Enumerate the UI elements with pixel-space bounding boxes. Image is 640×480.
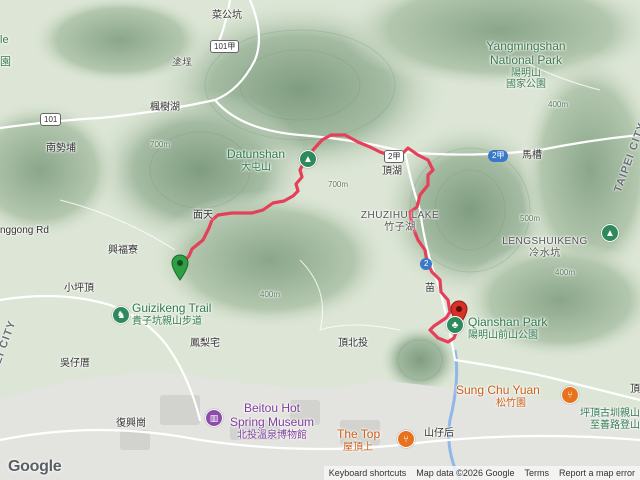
- area-zhuzihu-en: ZHUZIHU LAKE: [360, 210, 440, 221]
- poi-datunshan[interactable]: Datunshan 大屯山: [226, 147, 286, 173]
- place-miao: 苗: [425, 283, 435, 294]
- place-dinghu: 頂湖: [382, 166, 402, 177]
- place-fengshuhu: 楓樹湖: [150, 102, 180, 113]
- terms-link[interactable]: Terms: [519, 468, 554, 478]
- trail-icon-guizikeng[interactable]: ♞: [112, 306, 130, 324]
- keyboard-shortcuts-link[interactable]: Keyboard shortcuts: [324, 468, 412, 478]
- map-data-text: Map data ©2026 Google: [416, 468, 515, 478]
- park-name-zh-2: 國家公園: [505, 79, 546, 91]
- poi-qianshan-zh: 陽明山前山公園: [468, 329, 538, 341]
- restaurant-icon-songzhuyuan[interactable]: ⑂: [561, 386, 579, 404]
- start-marker-icon[interactable]: [171, 254, 189, 282]
- poi-thetop[interactable]: The Top 屋頂上: [337, 427, 381, 453]
- elev-400b: 400m: [555, 268, 576, 277]
- park-name-en-2: National Park: [489, 52, 563, 67]
- poi-guizikeng-en: Guizikeng Trail: [132, 301, 212, 315]
- elev-400: 400m: [548, 100, 569, 109]
- mountain-icon-datunshan[interactable]: ▲: [299, 150, 317, 168]
- poi-thetop-en: The Top: [337, 427, 381, 441]
- poi-guizikeng-zh: 貴子坑親山步道: [132, 315, 202, 327]
- place-miantian: 面天: [193, 210, 213, 221]
- road-shield-101jia: 101甲: [210, 40, 240, 53]
- google-logo: Google: [8, 458, 62, 475]
- poi-pingding[interactable]: 坪頂古圳親山 至善路登山: [580, 408, 640, 431]
- label-top-left-cut2: 園: [0, 56, 11, 68]
- park-yangmingshan[interactable]: Yangmingshan National Park 陽明山 國家公園: [486, 39, 566, 91]
- road-shield-2jia: 2甲: [384, 150, 405, 163]
- place-caigongkeng: 菜公坑: [212, 10, 242, 21]
- poi-songzhuyuan-en: Sung Chu Yuan: [456, 383, 540, 397]
- museum-icon-beitou[interactable]: ▥: [205, 409, 223, 427]
- elev-400c: 400m: [260, 290, 281, 299]
- place-xiaopingding: 小坪頂: [64, 283, 94, 294]
- label-top-left-cut: le: [0, 34, 9, 46]
- poi-thetop-zh: 屋頂上: [343, 441, 373, 453]
- place-dingbeitou: 頂北投: [338, 338, 368, 349]
- area-lengshuikeng: LENGSHUIKENG 冷水坑: [502, 236, 587, 259]
- place-shanzihou: 山仔后: [424, 428, 454, 439]
- poi-songzhuyuan-zh: 松竹園: [496, 397, 526, 409]
- poi-songzhuyuan[interactable]: Sung Chu Yuan 松竹園: [456, 383, 540, 409]
- place-nanshipu: 南勢埔: [46, 143, 76, 154]
- elev-500: 500m: [520, 214, 541, 223]
- park-name-en-1: Yangmingshan: [486, 39, 566, 53]
- area-lengshuikeng-zh: 冷水坑: [529, 247, 561, 259]
- road-shield-2jia-blue: 2甲: [488, 150, 509, 162]
- poi-beitou-en-1: Beitou Hot: [243, 401, 301, 415]
- place-fuxinggang: 復興崗: [116, 418, 146, 429]
- road-shield-101: 101: [40, 113, 62, 126]
- poi-qianshan[interactable]: Qianshan Park 陽明山前山公園: [468, 315, 548, 341]
- place-fengliwu: 鳳梨宅: [190, 338, 220, 349]
- elev-700: 700m: [150, 140, 171, 149]
- poi-datunshan-zh: 大屯山: [240, 161, 271, 173]
- place-xinggongong-rd: nggong Rd: [0, 225, 49, 236]
- attribution-bar: Keyboard shortcuts Map data ©2026 Google…: [323, 466, 640, 480]
- park-name-zh-1: 陽明山: [510, 67, 541, 79]
- park-icon-qianshan[interactable]: ♣: [446, 316, 464, 334]
- elev-700b: 700m: [328, 180, 349, 189]
- place-macao: 馬槽: [522, 150, 542, 161]
- place-xingfuliao: 興福寮: [108, 245, 138, 256]
- map-canvas[interactable]: 101甲 101 2甲 2甲 2 le 園 菜公坑 𡍼埕 楓樹湖 南勢埔 ngg…: [0, 0, 640, 480]
- poi-guizikeng[interactable]: Guizikeng Trail 貴子坑親山步道: [132, 301, 212, 327]
- poi-beitou-en-2: Spring Museum: [229, 414, 315, 429]
- poi-qianshan-en: Qianshan Park: [468, 315, 548, 329]
- area-zhuzihu-zh: 竹子湖: [384, 221, 416, 233]
- place-cheng: 𡍼埕: [172, 57, 192, 68]
- poi-pingding-1: 坪頂古圳親山: [580, 408, 640, 419]
- place-wuziwei: 吳仔厝: [60, 358, 90, 369]
- area-zhuzihu: ZHUZIHU LAKE 竹子湖: [361, 210, 439, 233]
- area-lengshuikeng-en: LENGSHUIKENG: [502, 236, 588, 247]
- poi-beitou-museum[interactable]: Beitou Hot Spring Museum 北投溫泉博物館: [229, 401, 315, 441]
- poi-beitou-zh: 北投溫泉博物館: [236, 429, 307, 441]
- poi-pingding-2: 至善路登山: [590, 419, 640, 431]
- restaurant-icon-thetop[interactable]: ⑂: [397, 430, 415, 448]
- poi-datunshan-en: Datunshan: [226, 147, 286, 161]
- place-ding-cut: 頂: [630, 384, 640, 395]
- report-error-link[interactable]: Report a map error: [554, 468, 640, 478]
- mountain-icon-lengshuikeng[interactable]: ▲: [601, 224, 619, 242]
